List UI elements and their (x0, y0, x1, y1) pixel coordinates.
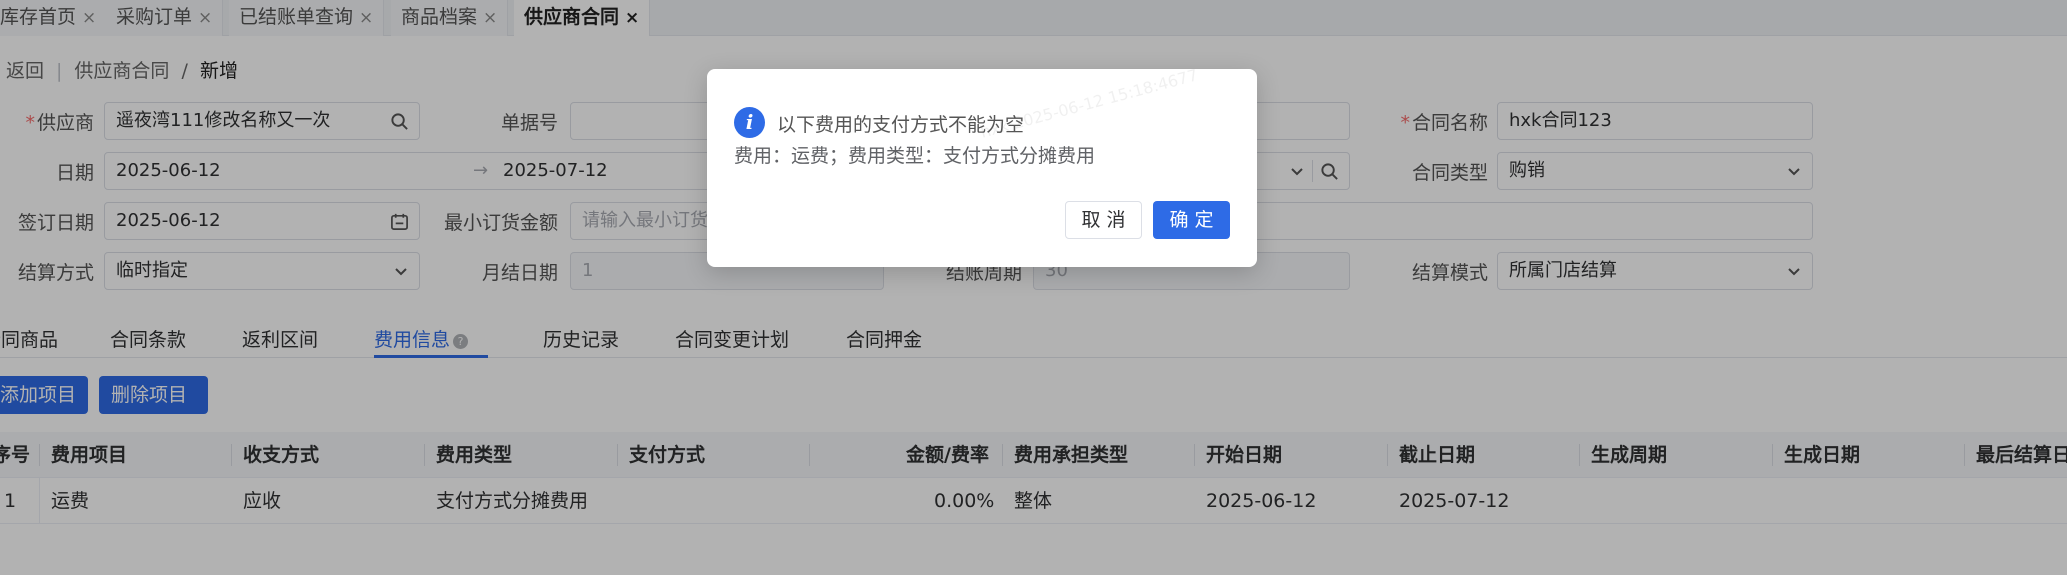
confirm-dialog: hxk 2025-06-12 15:18:4677 i 以下费用的支付方式不能为… (707, 65, 1257, 267)
dialog-message: 费用：运费；费用类型：支付方式分摊费用 (734, 145, 1096, 167)
dialog-title: 以下费用的支付方式不能为空 (777, 114, 1025, 136)
confirm-button[interactable]: 确 定 (1153, 201, 1230, 239)
cancel-button[interactable]: 取 消 (1065, 201, 1142, 239)
info-icon: i (734, 107, 765, 138)
